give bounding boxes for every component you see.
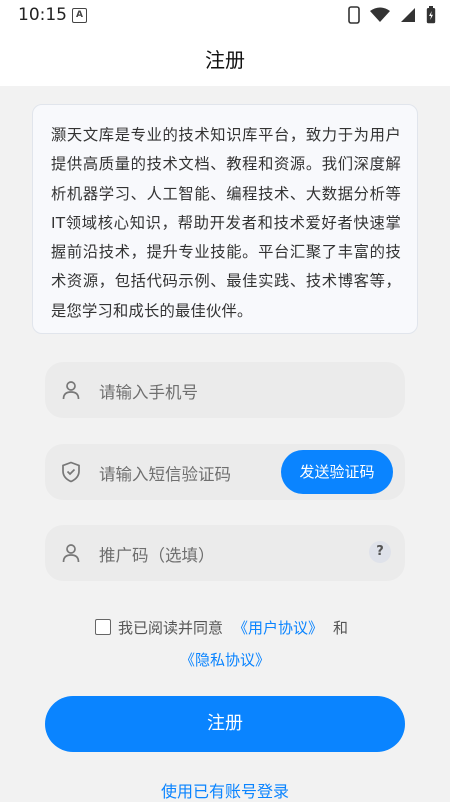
sms-code-input[interactable]: 请输入短信验证码 bbox=[99, 461, 231, 485]
register-button[interactable]: 注册 bbox=[45, 696, 405, 752]
intro-card: 灏天文库是专业的技术知识库平台，致力于为用户提供高质量的技术文档、教程和资源。我… bbox=[32, 104, 418, 334]
page-title: 注册 bbox=[205, 48, 245, 72]
phone-input[interactable]: 请输入手机号 bbox=[99, 379, 198, 403]
person-icon bbox=[62, 381, 80, 400]
user-agreement-link[interactable]: 《用户协议》 bbox=[233, 617, 323, 638]
app-header: 注册 bbox=[0, 30, 450, 86]
help-icon[interactable]: ? bbox=[369, 541, 391, 563]
send-code-button[interactable]: 发送验证码 bbox=[281, 450, 393, 494]
agreement-row: 我已阅读并同意 《用户协议》 和 bbox=[95, 616, 348, 638]
phone-field[interactable]: 请输入手机号 bbox=[45, 362, 405, 418]
login-link[interactable]: 使用已有账号登录 bbox=[0, 778, 450, 802]
privacy-policy-link[interactable]: 《隐私协议》 bbox=[180, 651, 270, 669]
wifi-icon bbox=[370, 7, 390, 22]
notification-icon: A bbox=[72, 8, 87, 23]
referral-field[interactable]: 推广码（选填） ? bbox=[45, 525, 405, 581]
privacy-row: 《隐私协议》 bbox=[0, 649, 450, 670]
referral-code-input[interactable]: 推广码（选填） bbox=[99, 542, 215, 566]
agree-checkbox[interactable] bbox=[95, 619, 111, 635]
shield-icon bbox=[62, 461, 80, 483]
sim-card-icon bbox=[348, 6, 360, 24]
intro-text: 灏天文库是专业的技术知识库平台，致力于为用户提供高质量的技术文档、教程和资源。我… bbox=[51, 126, 401, 320]
person-icon bbox=[62, 544, 80, 563]
cellular-signal-icon bbox=[401, 8, 415, 22]
status-icons bbox=[348, 6, 436, 24]
agreement-prefix: 我已阅读并同意 bbox=[118, 618, 224, 637]
status-time: 10:15 bbox=[18, 5, 67, 25]
status-bar: 10:15 A bbox=[0, 0, 450, 30]
agreement-and: 和 bbox=[333, 618, 349, 637]
battery-icon bbox=[426, 6, 436, 24]
sms-code-field[interactable]: 请输入短信验证码 发送验证码 bbox=[45, 444, 405, 500]
